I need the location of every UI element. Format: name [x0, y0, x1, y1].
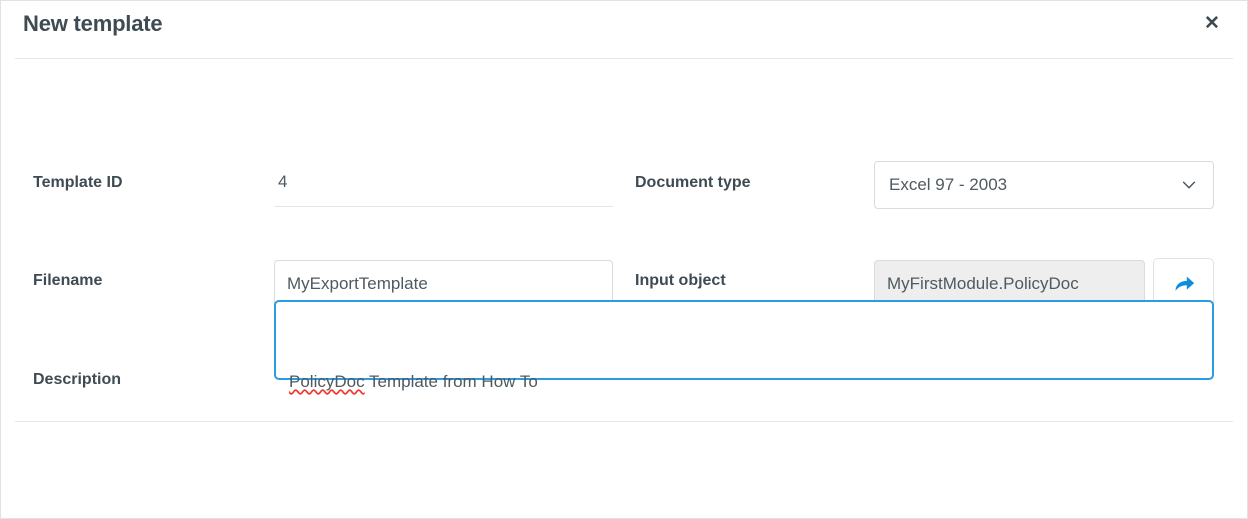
template-id-input[interactable] [274, 164, 613, 207]
template-id-label: Template ID [33, 174, 123, 191]
document-type-select[interactable]: Excel 97 - 2003 [874, 161, 1214, 209]
chevron-down-icon [1182, 181, 1196, 189]
input-object-label: Input object [635, 272, 726, 289]
arrow-redo-icon [1175, 276, 1194, 291]
description-textarea[interactable] [274, 300, 1214, 380]
dialog-title: New template [23, 11, 163, 36]
document-type-value: Excel 97 - 2003 [889, 175, 1008, 194]
description-label: Description [33, 371, 122, 388]
dialog-footer: Save and next Cancel [1, 422, 1247, 518]
close-icon[interactable]: ✕ [1199, 10, 1225, 36]
new-template-dialog: New template ✕ Template ID Document type… [0, 0, 1248, 519]
document-type-select-box[interactable]: Excel 97 - 2003 [874, 161, 1214, 209]
document-type-label: Document type [635, 174, 751, 191]
dialog-header: New template ✕ [1, 1, 1247, 58]
filename-label: Filename [33, 272, 103, 289]
dialog-body: Template ID Document type Excel 97 - 200… [1, 59, 1247, 421]
